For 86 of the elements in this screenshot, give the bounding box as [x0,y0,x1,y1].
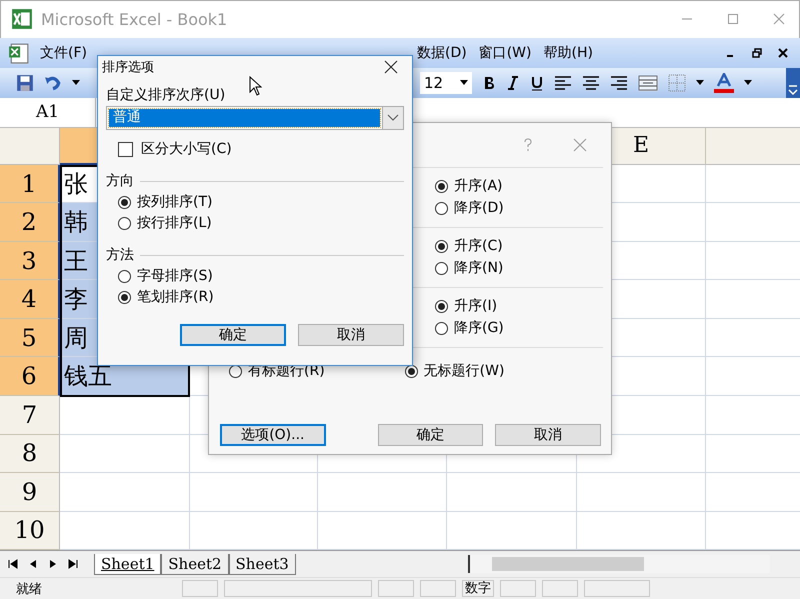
group-title: 方法 [106,246,134,264]
menu-item[interactable]: 数据(D) [410,44,473,62]
dialog-title: 排序选项 [102,59,154,76]
dialog-button[interactable]: 确定 [180,324,286,346]
row-header[interactable]: 9 [0,473,60,512]
toolbar-options-icon[interactable] [786,68,800,98]
radio-label: 降序(G) [454,319,504,337]
num-lock-indicator: 数字 [462,580,494,598]
dialog-button[interactable]: 选项(O)... [220,424,326,446]
radio-button[interactable] [118,290,131,304]
help-icon[interactable] [523,138,533,152]
excel-logo-icon [11,8,33,30]
radio-label: 降序(N) [454,259,504,277]
bold-icon[interactable] [482,74,496,91]
row-header[interactable]: 8 [0,434,60,474]
dialog-button[interactable]: 取消 [495,424,602,446]
menu-item[interactable]: 窗口(W) [472,44,538,62]
row-header[interactable]: 10 [0,512,60,550]
radio-button[interactable] [435,300,448,312]
name-box[interactable]: A1 [0,98,96,127]
radio-button[interactable] [118,270,131,282]
underline-icon[interactable] [530,74,544,91]
status-pane [378,580,414,598]
radio-button[interactable] [435,202,448,214]
status-pane [182,580,218,598]
row-header[interactable]: 3 [0,242,60,280]
checkbox[interactable] [118,142,133,156]
radio-label: 升序(A) [454,177,503,195]
sort-order-dropdown[interactable]: 普通 [106,106,404,130]
row-header[interactable]: 7 [0,396,60,435]
italic-icon[interactable] [506,74,520,91]
last-sheet-icon[interactable] [68,559,78,570]
align-left-icon[interactable] [554,76,572,90]
restore-icon[interactable] [752,48,762,58]
status-pane [420,580,456,598]
radio-button[interactable] [118,216,131,230]
radio-label: 无标题行(W) [424,362,504,380]
horizontal-scrollbar[interactable] [468,555,770,574]
radio-button[interactable] [435,240,448,252]
dropdown-arrow-icon[interactable] [696,80,704,86]
radio-button[interactable] [435,262,448,274]
row-header[interactable]: 4 [0,280,60,319]
dialog-button[interactable]: 确定 [378,424,484,446]
radio-button[interactable] [435,322,448,334]
status-pane [542,580,578,598]
maximize-icon[interactable] [727,13,739,26]
menu-item[interactable]: 帮助(H) [537,44,599,62]
checkbox-label: 区分大小写(C) [141,140,232,158]
window-title: Microsoft Excel - Book1 [41,10,228,29]
radio-label: 降序(D) [454,199,504,217]
dialog-button[interactable]: 取消 [298,324,404,346]
sheet-tab[interactable]: Sheet3 [228,554,296,575]
field-label: 自定义排序次序(U) [106,86,226,104]
row-header[interactable]: 2 [0,203,60,242]
borders-icon[interactable] [668,74,686,92]
radio-label: 升序(C) [454,237,503,255]
font-size-box[interactable]: 12 [420,72,472,94]
radio-button[interactable] [435,180,448,192]
status-pane [584,580,650,598]
close-icon[interactable] [384,60,398,74]
group-title: 方向 [106,172,134,190]
row-header[interactable]: 6 [0,357,60,396]
status-text: 就绪 [15,580,42,598]
font-color-icon[interactable] [714,72,734,93]
chevron-down-icon [387,114,399,122]
merge-center-icon[interactable] [638,74,658,91]
mouse-pointer-icon [249,76,262,96]
row-header[interactable]: 1 [0,164,60,204]
dropdown-arrow-icon[interactable] [744,80,752,86]
undo-icon[interactable] [44,74,62,92]
align-right-icon[interactable] [610,76,628,90]
save-icon[interactable] [16,74,34,92]
first-sheet-icon[interactable] [8,559,18,570]
previous-sheet-icon[interactable] [28,559,38,570]
spreadsheet-icon[interactable] [8,42,30,64]
status-pane [500,580,536,598]
menu-item[interactable]: 文件(F) [34,44,93,62]
next-sheet-icon[interactable] [48,559,58,570]
sheet-tab[interactable]: Sheet2 [161,554,229,575]
dropdown-arrow-icon[interactable] [72,80,80,86]
align-center-icon[interactable] [582,76,600,90]
close-icon[interactable] [778,48,788,58]
row-header[interactable]: 5 [0,318,60,358]
radio-button[interactable] [118,196,131,208]
radio-label: 升序(I) [454,297,498,315]
sheet-tab[interactable]: Sheet1 [94,554,162,575]
